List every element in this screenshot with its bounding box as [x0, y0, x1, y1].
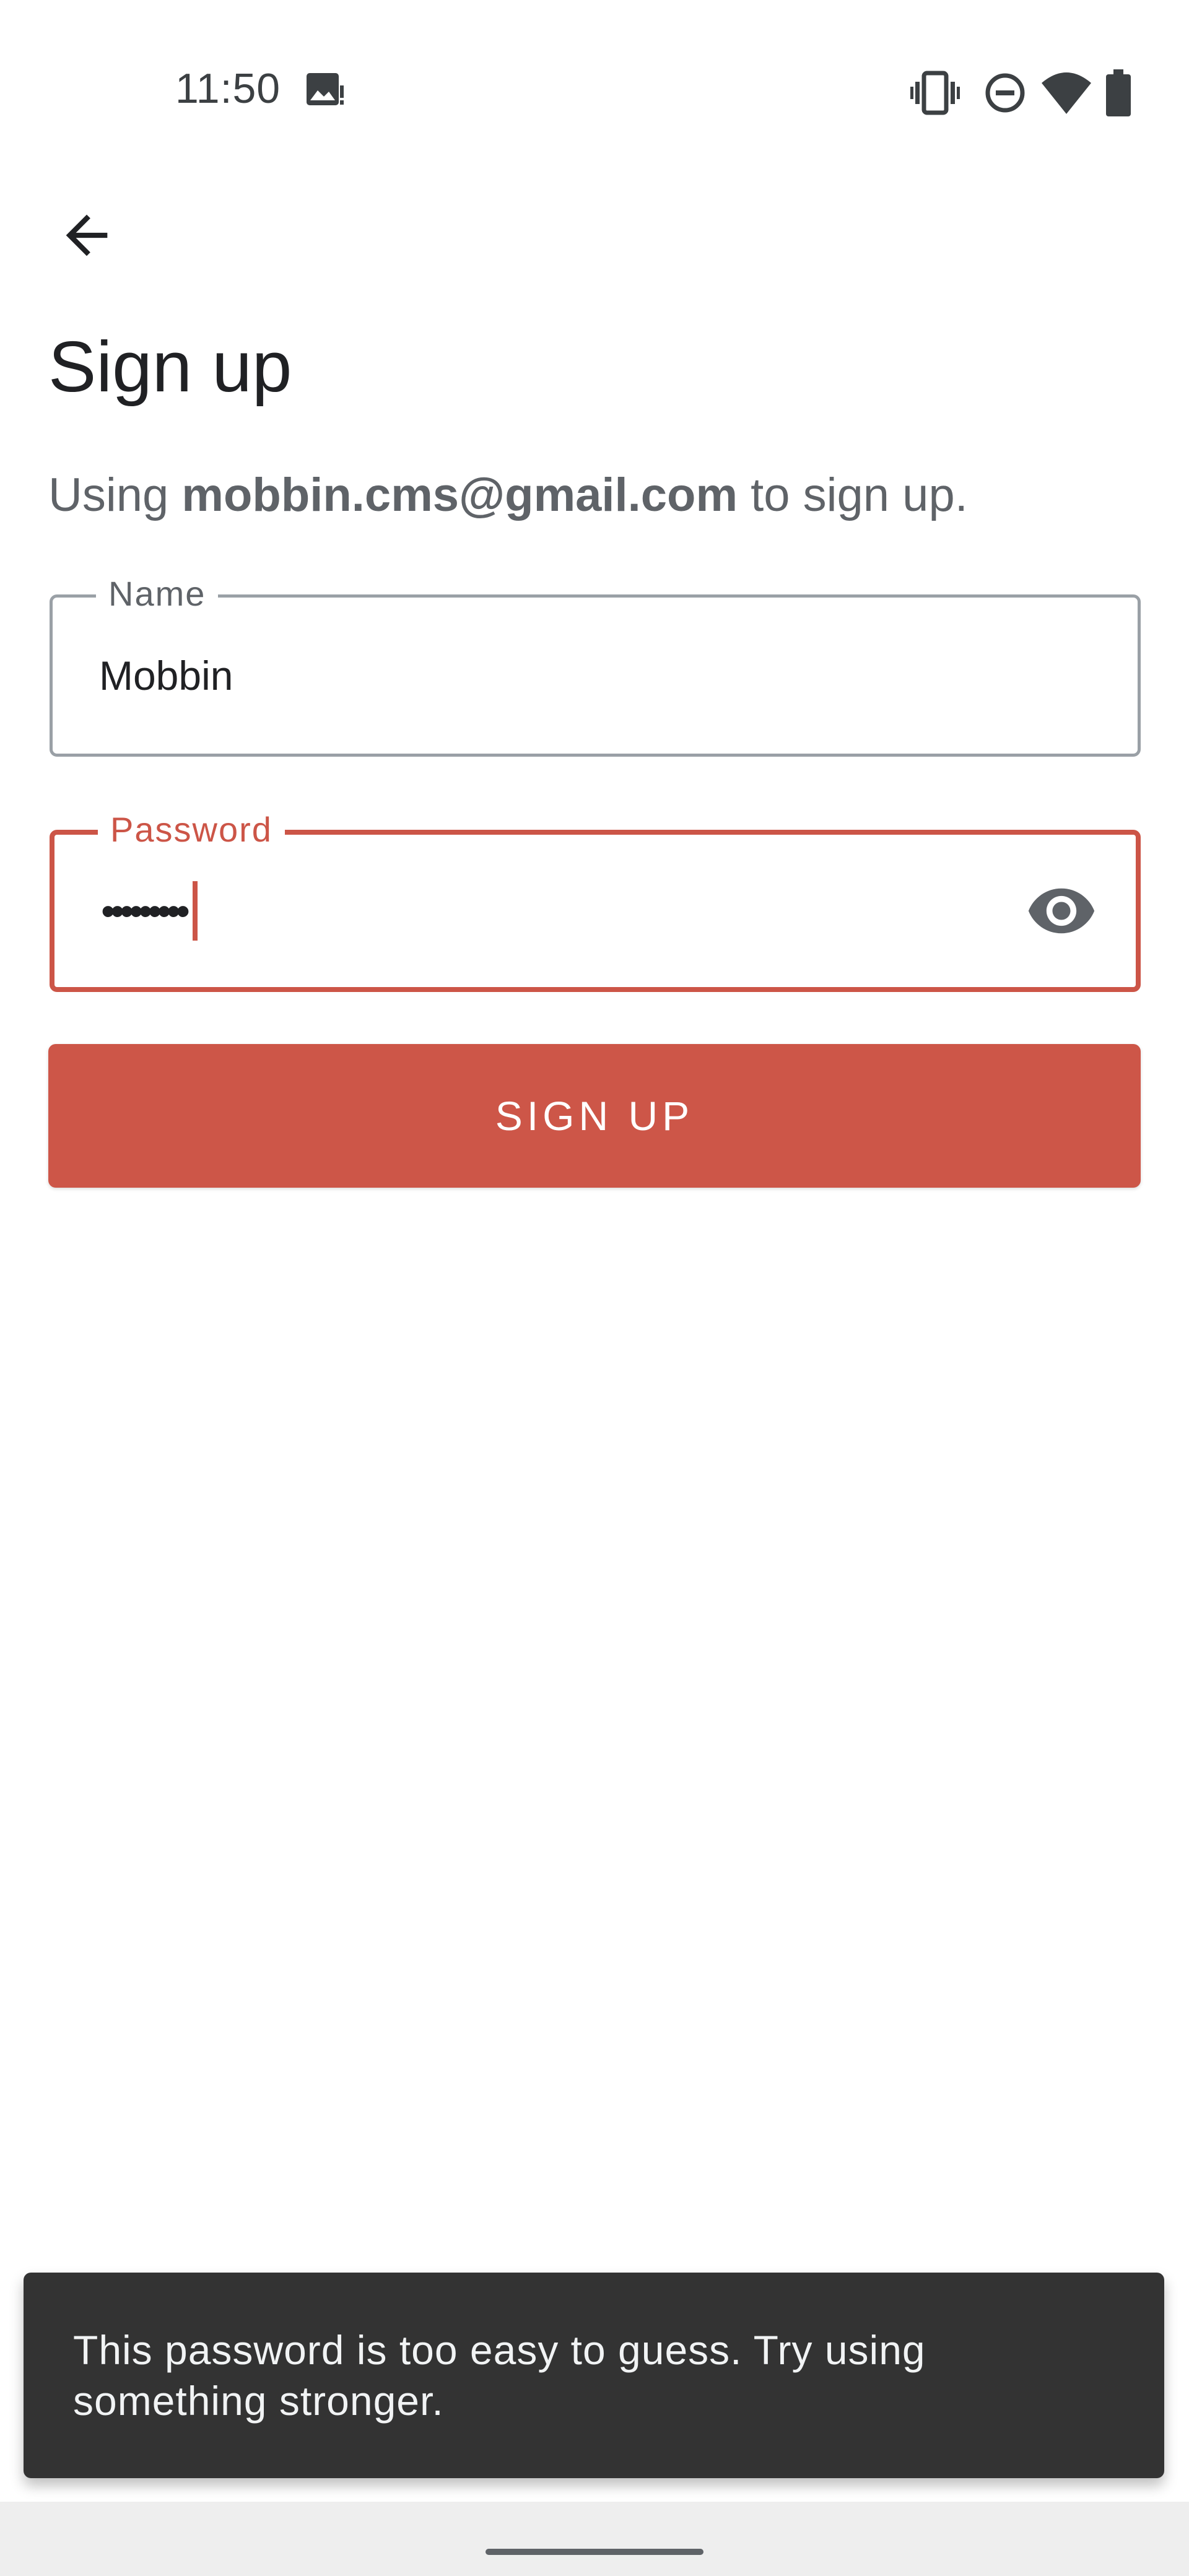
signup-subtitle: Using mobbin.cms@gmail.com to sign up. — [48, 468, 968, 522]
password-input[interactable]: ••••••••• — [101, 835, 198, 987]
toggle-password-visibility-button[interactable] — [1018, 868, 1105, 954]
sign-up-button[interactable]: SIGN UP — [48, 1044, 1141, 1188]
status-time: 11:50 — [175, 65, 281, 112]
home-gesture-handle[interactable] — [486, 2549, 703, 2555]
do-not-disturb-icon — [985, 73, 1025, 113]
vibrate-icon — [910, 71, 960, 115]
password-masked-value: ••••••••• — [101, 888, 190, 934]
text-caret — [192, 881, 198, 941]
password-field[interactable]: Password ••••••••• — [50, 805, 1141, 992]
wifi-icon — [1042, 72, 1091, 114]
subtitle-suffix: to sign up. — [738, 469, 968, 521]
back-button[interactable] — [37, 186, 136, 285]
arrow-left-icon — [66, 214, 108, 256]
gallery-icon — [307, 73, 344, 105]
navigation-bar — [0, 2502, 1189, 2576]
snackbar-message: This password is too easy to guess. Try … — [73, 2327, 926, 2424]
battery-icon — [1106, 69, 1131, 116]
snackbar: This password is too easy to guess. Try … — [24, 2273, 1164, 2478]
status-bar: 11:50 — [0, 0, 1189, 124]
account-email: mobbin.cms@gmail.com — [181, 469, 738, 521]
subtitle-prefix: Using — [48, 469, 182, 521]
name-input[interactable] — [99, 598, 966, 754]
name-field[interactable]: Name — [50, 569, 1141, 757]
eye-icon — [1028, 888, 1095, 934]
page-title: Sign up — [48, 326, 292, 407]
